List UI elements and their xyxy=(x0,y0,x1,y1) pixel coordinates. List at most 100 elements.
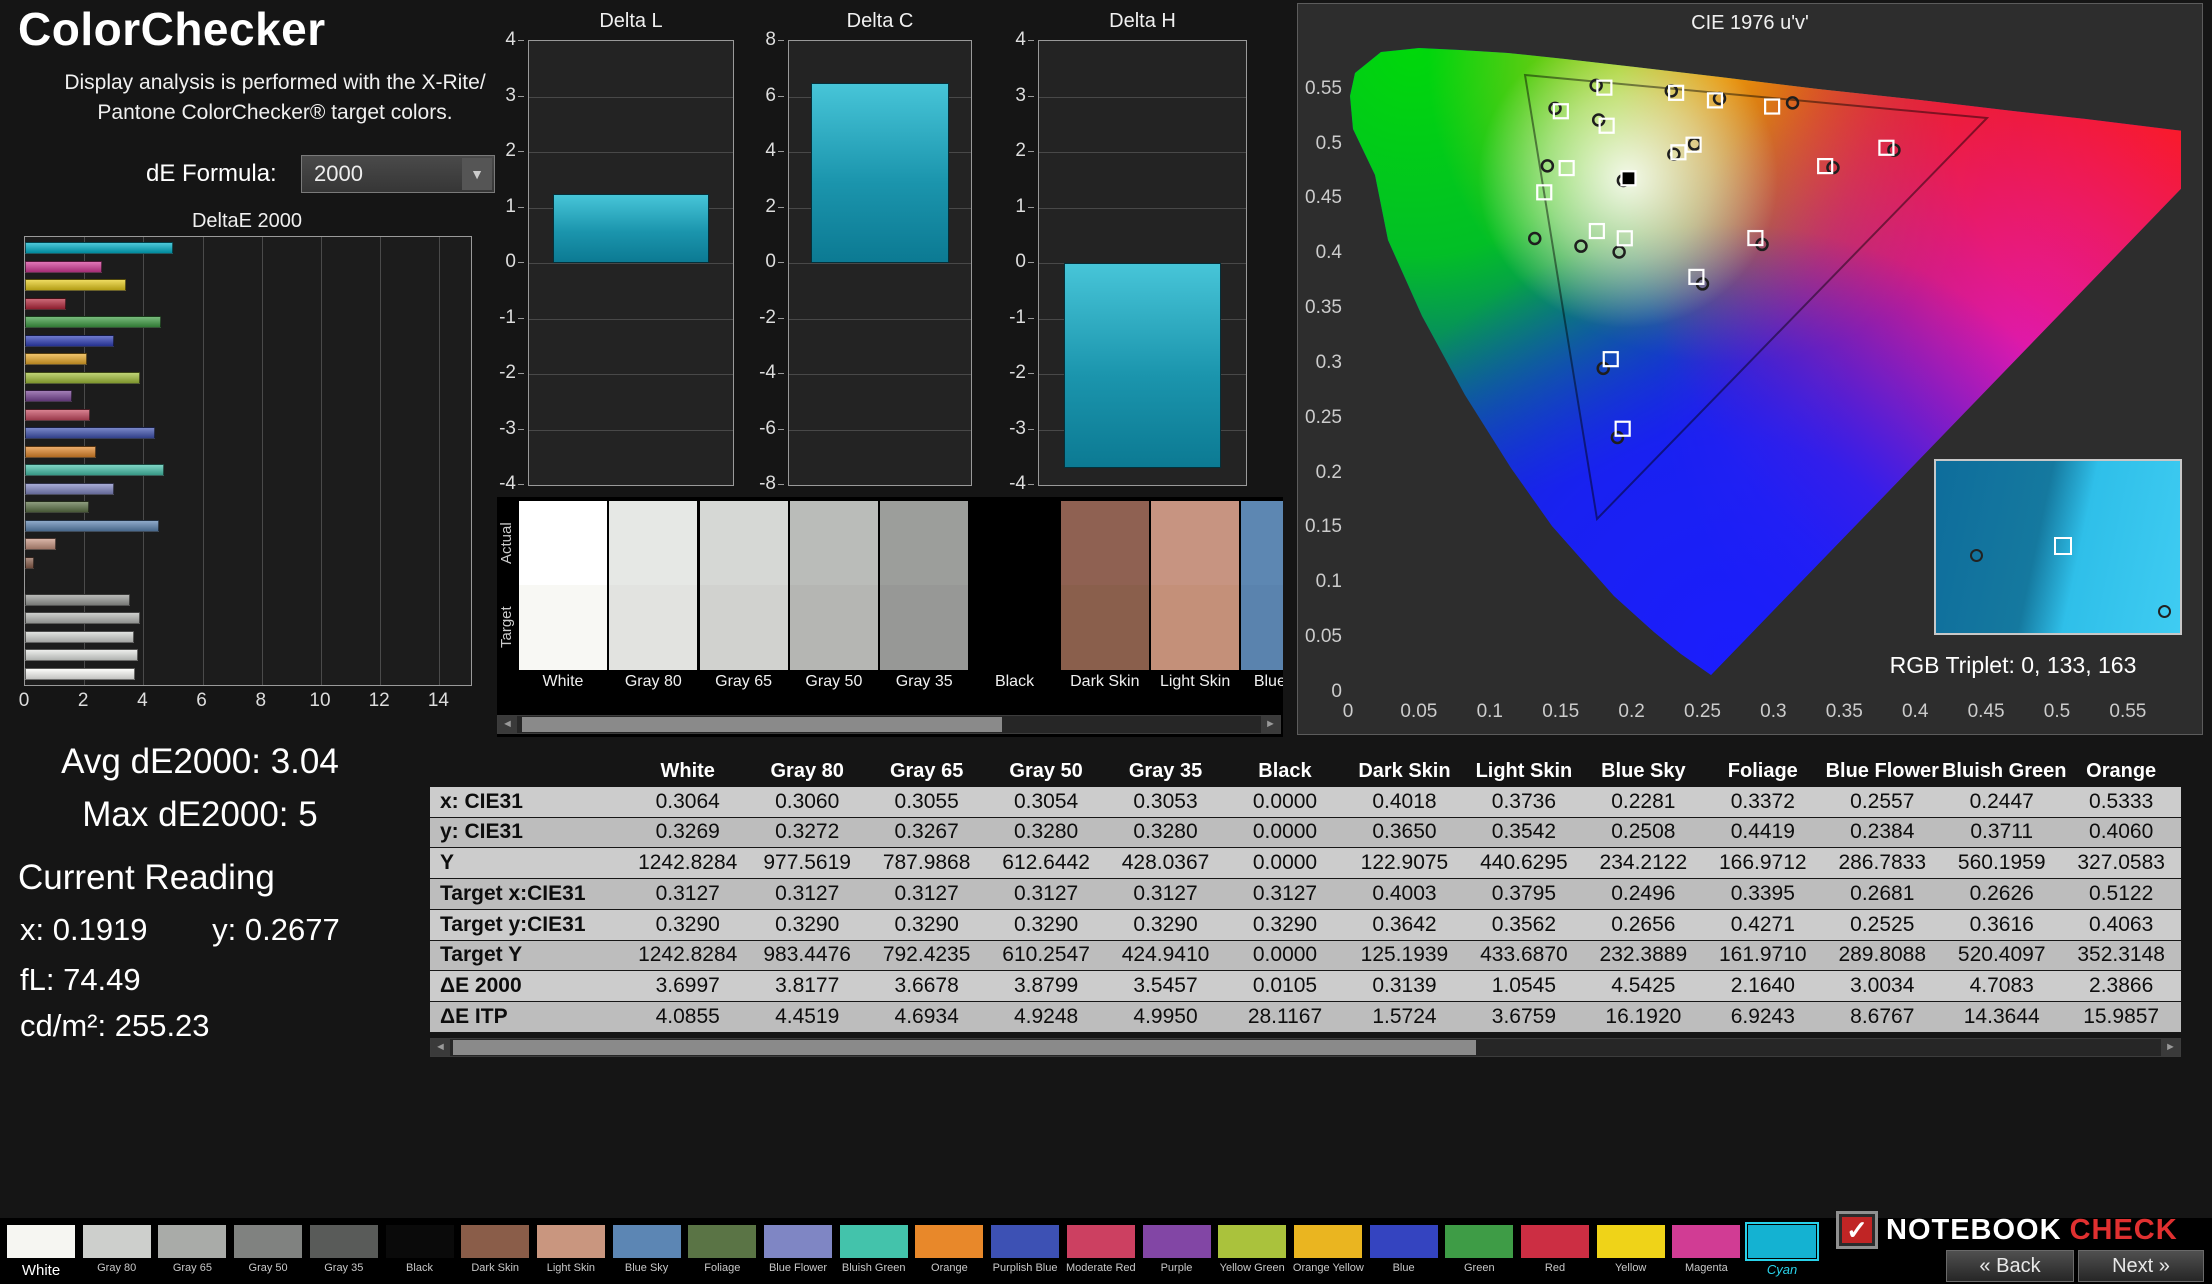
patch-label: Gray 50 xyxy=(248,1262,288,1274)
patch-color[interactable] xyxy=(1065,1224,1136,1259)
table-cell: 424.9410 xyxy=(1121,943,1210,967)
table-cell: 0.3290 xyxy=(1133,912,1198,936)
patch-button[interactable]: Gray 65 xyxy=(157,1224,228,1274)
deltae-bar xyxy=(25,427,156,439)
patch-color[interactable] xyxy=(687,1224,758,1259)
patch-label: Orange xyxy=(931,1262,968,1274)
de-formula-dropdown[interactable]: 2000 xyxy=(301,155,495,193)
patch-color[interactable] xyxy=(1368,1224,1439,1259)
delta-l-title: Delta L xyxy=(599,10,663,32)
patch-button[interactable]: Bluish Green xyxy=(838,1224,909,1274)
patch-color[interactable] xyxy=(763,1224,833,1259)
axis-tick-mark xyxy=(1028,373,1034,374)
patch-color[interactable] xyxy=(308,1224,379,1259)
patch-button[interactable]: Gray 50 xyxy=(233,1224,304,1274)
patch-color[interactable] xyxy=(611,1224,682,1259)
patch-button[interactable]: Yellow xyxy=(1595,1224,1666,1274)
delta-axis-tick: -2 xyxy=(1009,362,1026,383)
next-button[interactable]: Next » xyxy=(2078,1250,2204,1282)
swatch-strip-scrollbar[interactable] xyxy=(497,715,1281,734)
table-column-header: Blue Flower xyxy=(1825,759,1939,782)
patch-color[interactable] xyxy=(838,1224,909,1259)
patch-label: Yellow Green xyxy=(1219,1262,1285,1274)
patch-label: Blue Flower xyxy=(768,1262,828,1274)
patch-color[interactable] xyxy=(535,1224,606,1259)
patch-color[interactable] xyxy=(81,1224,152,1259)
table-cell: 6.9243 xyxy=(1730,1004,1795,1028)
patch-button[interactable]: Red xyxy=(1520,1224,1590,1274)
patch-color[interactable] xyxy=(1141,1224,1212,1259)
table-cell: 125.1939 xyxy=(1360,943,1449,967)
scroll-right-icon[interactable] xyxy=(2161,1039,2180,1056)
scrollbar-thumb[interactable] xyxy=(522,717,1002,732)
deltae-x-tick: 6 xyxy=(196,690,207,711)
cie-y-tick: 0.15 xyxy=(1305,516,1342,538)
patch-color[interactable] xyxy=(384,1224,455,1259)
patch-button[interactable]: Orange xyxy=(914,1224,985,1274)
target-swatch xyxy=(1060,585,1149,670)
scrollbar-thumb[interactable] xyxy=(453,1040,1476,1055)
patch-button[interactable]: Blue Sky xyxy=(611,1224,682,1274)
patch-button[interactable]: White xyxy=(6,1224,76,1279)
table-row: Target Y 1242.8284 983.4476 792.4235 610.254… xyxy=(430,940,2181,972)
patch-color[interactable] xyxy=(914,1224,985,1259)
patch-color[interactable] xyxy=(233,1224,304,1259)
patch-button[interactable]: Foliage xyxy=(687,1224,758,1274)
scroll-right-icon[interactable] xyxy=(1261,716,1280,733)
patch-color[interactable] xyxy=(1444,1224,1515,1259)
patch-color[interactable] xyxy=(460,1224,531,1259)
cie-x-tick: 0 xyxy=(1342,701,1354,722)
patch-color[interactable] xyxy=(1595,1224,1666,1259)
patch-button[interactable]: Light Skin xyxy=(535,1224,606,1274)
patch-button[interactable]: Gray 80 xyxy=(81,1224,152,1274)
patch-button[interactable]: Orange Yellow xyxy=(1292,1224,1364,1274)
delta-axis-tick: 8 xyxy=(765,29,776,50)
patch-button[interactable]: Dark Skin xyxy=(460,1224,531,1274)
patch-button[interactable]: Magenta xyxy=(1671,1224,1742,1274)
deltae-bar xyxy=(25,482,114,495)
patch-button[interactable]: Blue xyxy=(1368,1224,1439,1274)
delta-l-plot xyxy=(528,40,734,486)
scroll-left-icon[interactable] xyxy=(498,716,517,733)
deltae-bar xyxy=(25,371,141,384)
patch-button[interactable]: Gray 35 xyxy=(308,1224,379,1274)
patch-button[interactable]: Moderate Red xyxy=(1065,1224,1136,1274)
patch-color[interactable] xyxy=(990,1224,1061,1259)
patch-button[interactable]: Green xyxy=(1444,1224,1515,1274)
patch-button[interactable]: Blue Flower xyxy=(763,1224,833,1274)
patch-label: Dark Skin xyxy=(471,1262,520,1274)
patch-color[interactable] xyxy=(1520,1224,1590,1259)
patch-color[interactable] xyxy=(1745,1222,1820,1261)
delta-gridline xyxy=(1039,96,1246,98)
patch-button[interactable]: Black xyxy=(384,1224,455,1274)
scroll-left-icon[interactable] xyxy=(431,1039,450,1056)
deltae-bar xyxy=(25,242,173,254)
patch-color[interactable] xyxy=(1217,1224,1288,1259)
target-swatch xyxy=(699,585,788,670)
delta-axis-tick: -2 xyxy=(499,362,516,383)
cie-y-tick: 0.05 xyxy=(1305,626,1342,648)
patch-button[interactable]: Purplish Blue xyxy=(990,1224,1061,1274)
delta-gridline xyxy=(529,429,733,431)
table-cell: 983.4476 xyxy=(763,943,851,967)
table-scrollbar[interactable] xyxy=(430,1038,2181,1057)
axis-tick-mark xyxy=(518,484,524,485)
patch-button[interactable]: Purple xyxy=(1141,1224,1212,1274)
target-row-label: Target xyxy=(498,606,515,649)
patch-color[interactable] xyxy=(1292,1224,1363,1259)
table-cell: 0.5122 xyxy=(2089,881,2154,905)
patch-color[interactable] xyxy=(1671,1224,1742,1259)
table-cell: 0.3280 xyxy=(1133,820,1198,844)
table-cell: 166.9712 xyxy=(1719,851,1807,875)
inset-measured-marker xyxy=(1970,549,1983,562)
table-cell: 8.6767 xyxy=(1850,1004,1915,1028)
patch-color[interactable] xyxy=(6,1224,76,1259)
axis-tick-mark xyxy=(1028,317,1034,319)
patch-color[interactable] xyxy=(157,1224,228,1259)
patch-button[interactable]: Yellow Green xyxy=(1217,1224,1288,1274)
table-cell: 0.3127 xyxy=(775,881,840,905)
patch-swatch-label: White xyxy=(542,673,584,690)
table-cell: 0.3053 xyxy=(1133,789,1198,813)
patch-button[interactable]: Cyan xyxy=(1745,1222,1820,1277)
back-button[interactable]: « Back xyxy=(1946,1250,2074,1282)
